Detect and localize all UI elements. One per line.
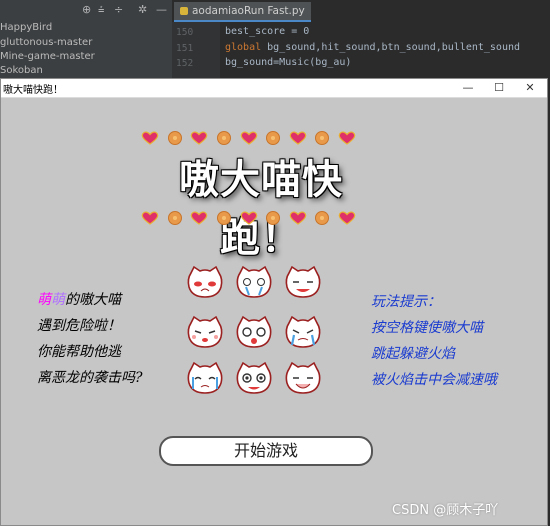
code-line[interactable]: global bg_sound,hit_sound,btn_sound,bull… — [225, 42, 520, 53]
flower-icon — [315, 211, 330, 225]
gear-icon[interactable]: ✲ — [138, 3, 147, 16]
heart-icon — [141, 211, 159, 225]
story-highlight-2: 萌 — [51, 292, 65, 308]
line-number: 152 — [176, 58, 194, 69]
story-line-3: 你能帮助他逃 — [37, 344, 121, 360]
target-icon[interactable]: ⊕ — [82, 3, 91, 16]
heart-icon — [190, 131, 208, 145]
story-text: 的嗷大喵 — [65, 292, 121, 308]
code-line[interactable]: bg_sound=Music(bg_au) — [225, 57, 351, 68]
flower-icon — [167, 211, 182, 225]
collapse-icon[interactable]: ⩮ — [98, 3, 104, 17]
expand-icon[interactable]: ÷ — [114, 3, 123, 16]
project-panel: ⊕ ⩮ ÷ ✲ — HappyBird gluttonous-master Mi… — [0, 0, 172, 78]
heart-icon — [289, 211, 307, 225]
watermark: CSDN @顾木子吖 — [392, 503, 499, 518]
window-title: 嗷大喵快跑！ — [3, 85, 63, 96]
flower-icon — [167, 131, 182, 145]
project-toolbar: ⊕ ⩮ ÷ ✲ — — [0, 0, 172, 20]
heart-icon — [289, 131, 307, 145]
ide-background: ⊕ ⩮ ÷ ✲ — HappyBird gluttonous-master Mi… — [0, 0, 550, 78]
editor-tab-label: aodamiaoRun Fast.py — [192, 5, 305, 17]
cat-face-icon — [187, 315, 223, 348]
editor-tab[interactable]: aodamiaoRun Fast.py — [174, 2, 311, 22]
minimize-button[interactable]: — — [453, 79, 483, 97]
flower-icon — [266, 211, 281, 225]
heart-icon — [338, 131, 356, 145]
maximize-button[interactable]: ☐ — [484, 79, 514, 97]
heart-icon — [338, 211, 356, 225]
decoration-row-top — [141, 129, 356, 147]
heart-icon — [240, 211, 257, 225]
project-item[interactable]: gluttonous-master — [0, 37, 92, 48]
cat-face-icon — [236, 265, 272, 298]
cat-face-icon — [187, 265, 223, 298]
cat-face-icon — [187, 361, 223, 394]
start-game-button[interactable]: 开始游戏 — [159, 436, 373, 466]
code-keyword: global — [225, 42, 262, 53]
cat-face-icon — [285, 265, 321, 298]
game-title: 嗷大喵快跑！ — [179, 156, 343, 261]
decoration-row-bottom — [141, 209, 356, 227]
code-line[interactable]: best_score = 0 — [225, 26, 309, 37]
flower-icon — [315, 131, 330, 145]
story-line-1: 萌萌的嗷大喵 — [37, 289, 121, 309]
tip-line: 跳起躲避火焰 — [371, 346, 455, 362]
tip-line: 被火焰击中会减速哦 — [371, 372, 497, 388]
story-line-4: 离恶龙的袭击吗? — [37, 370, 143, 386]
flower-icon — [216, 131, 231, 145]
heart-icon — [240, 131, 257, 145]
heart-icon — [141, 131, 159, 145]
minimize-icon[interactable]: — — [156, 3, 167, 16]
game-window: 嗷大喵快跑！ — ☐ ✕ 嗷大喵快跑！ 萌萌的嗷大喵 遇到危险啦！ 你能帮助他逃… — [0, 78, 548, 526]
project-item[interactable]: Mine-game-master — [0, 51, 95, 62]
code-text: bg_sound,hit_sound,btn_sound,bullent_sou… — [261, 42, 521, 53]
heart-icon — [190, 211, 208, 225]
cat-face-icon — [236, 361, 272, 394]
flower-icon — [266, 131, 281, 145]
cat-face-icon — [236, 315, 272, 348]
cat-face-icon — [285, 361, 321, 394]
line-number: 151 — [176, 43, 194, 54]
story-highlight-1: 萌 — [37, 292, 51, 308]
project-item[interactable]: Sokoban — [0, 65, 43, 76]
python-file-icon — [180, 7, 188, 15]
line-number: 150 — [176, 27, 194, 38]
story-line-2: 遇到危险啦！ — [37, 318, 121, 334]
cat-face-icon — [285, 315, 321, 348]
close-button[interactable]: ✕ — [515, 79, 545, 97]
flower-icon — [216, 211, 231, 225]
tip-title: 玩法提示： — [371, 294, 441, 310]
project-item[interactable]: HappyBird — [0, 22, 52, 33]
title-bar: 嗷大喵快跑！ — ☐ ✕ — [1, 79, 547, 98]
tip-line: 按空格键使嗷大喵 — [371, 320, 483, 336]
